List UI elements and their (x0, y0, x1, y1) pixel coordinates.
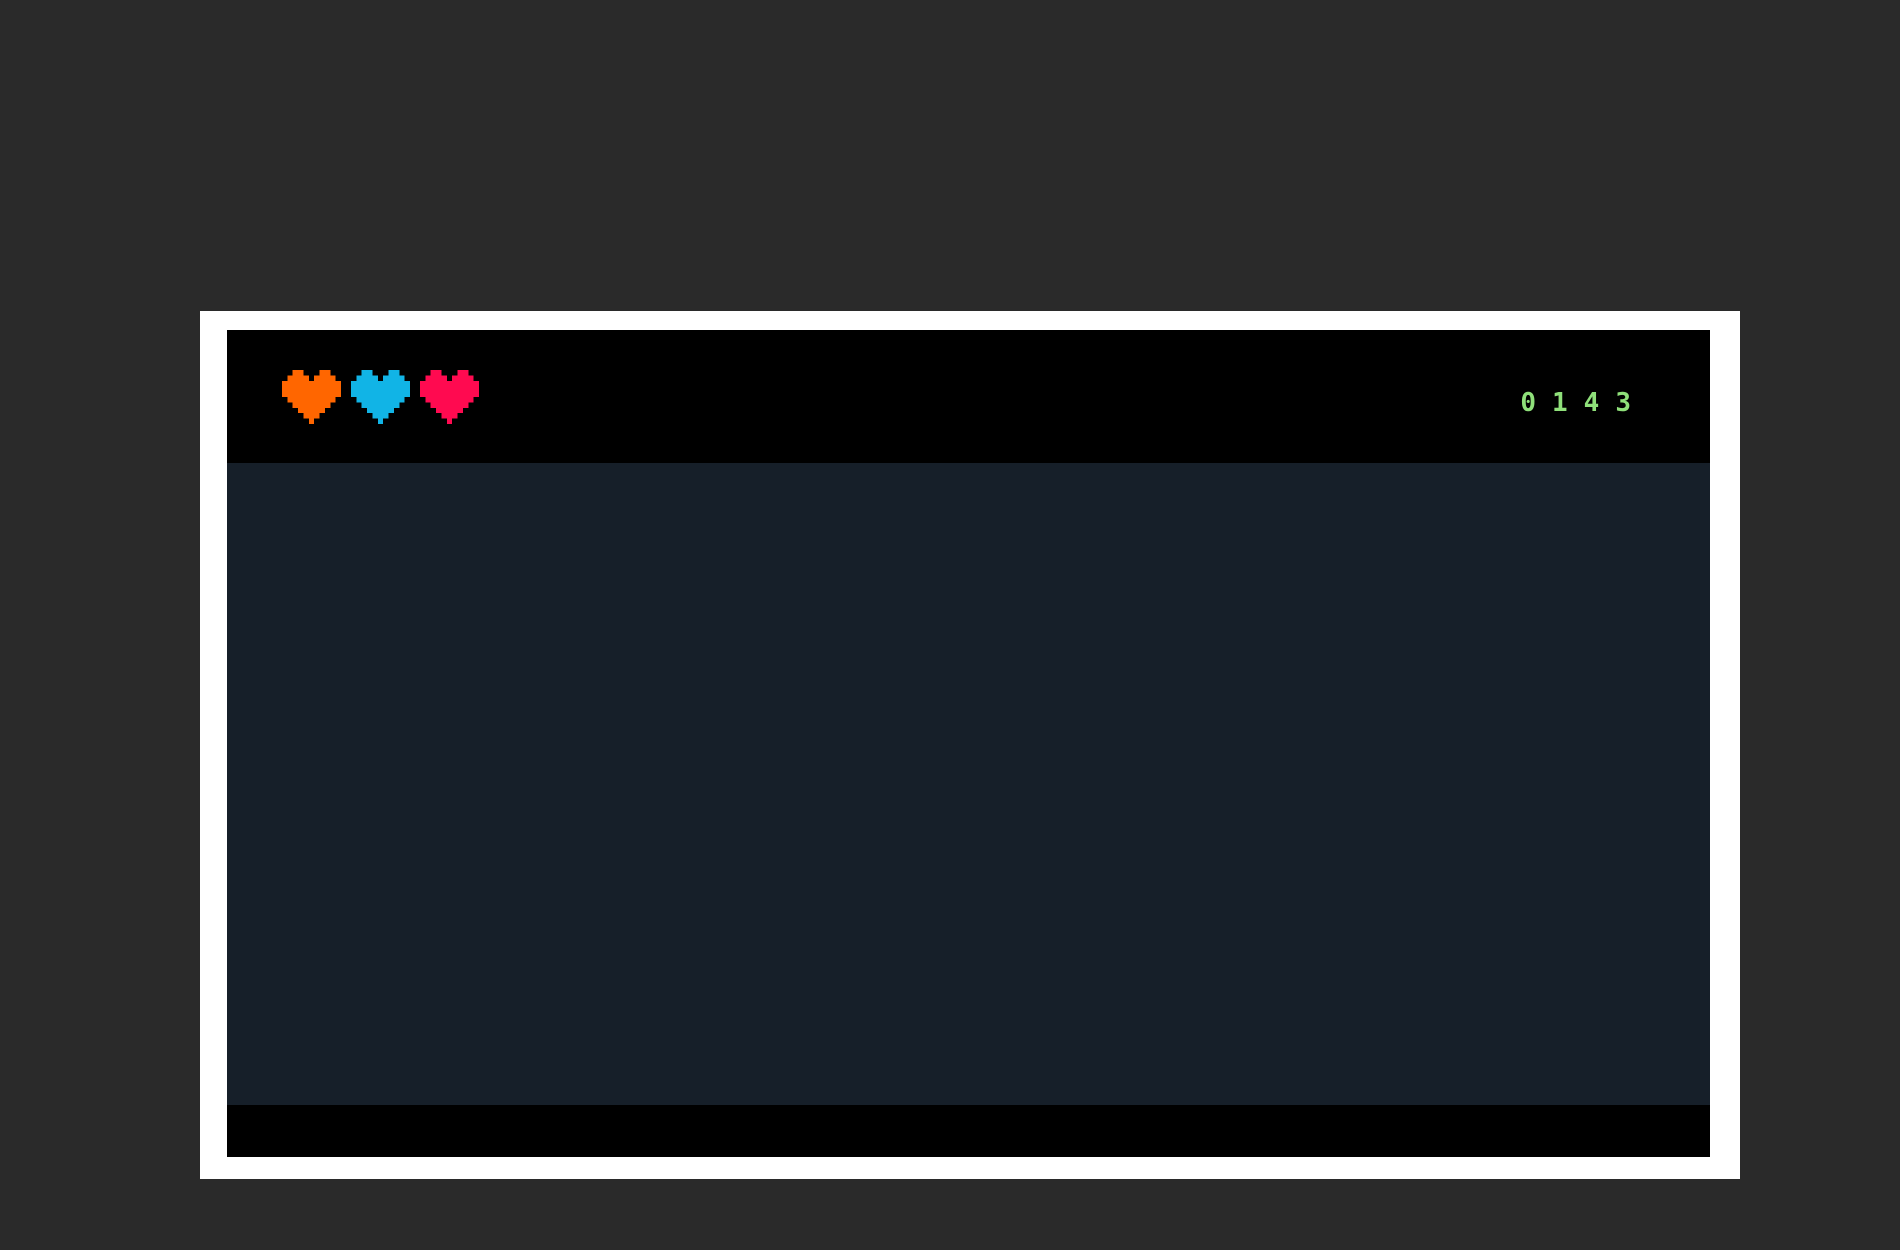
play-area[interactable] (227, 463, 1710, 1105)
bottom-bar (227, 1105, 1710, 1157)
heart-icon (420, 370, 479, 424)
heart-icon (282, 370, 341, 424)
lives-display (282, 370, 479, 424)
game-screen: 0143 (227, 330, 1710, 1157)
score-counter: 0143 (1520, 388, 1647, 418)
game-frame: 0143 (200, 311, 1740, 1179)
heart-icon (351, 370, 410, 424)
hud-bar: 0143 (227, 330, 1710, 463)
